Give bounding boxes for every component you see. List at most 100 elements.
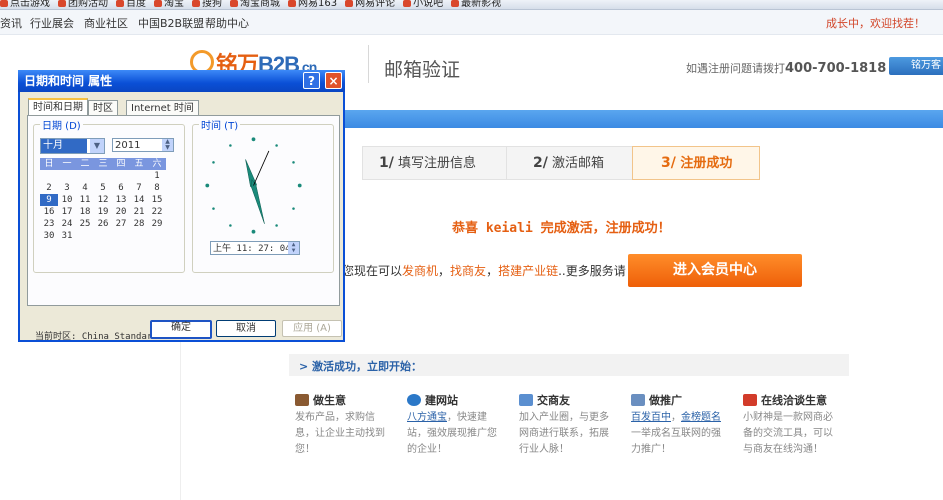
calendar-day[interactable]: 23 [40,218,58,230]
start-strip: > 激活成功，立即开始： [289,354,849,376]
weekday-label: 六 [152,159,162,169]
services-text: 您现在可以发商机，找商友，搭建产业链..更多服务请 [342,264,626,278]
year-spinner[interactable]: 2011 ▲ ▼ [112,138,174,152]
analog-clock [205,137,302,234]
calendar-day[interactable]: 13 [112,194,130,206]
calendar-day[interactable]: 4 [76,182,94,194]
weekday-label: 四 [116,159,126,169]
calendar-day[interactable]: 5 [94,182,112,194]
calendar-week: 23 24 25 26 27 28 29 [40,218,166,230]
calendar-day[interactable]: 3 [58,182,76,194]
card-business[interactable]: 做生意 发布产品，求购信 息，让企业主动找到 您！ [295,392,395,458]
baifa-link[interactable]: 百发百中 [631,412,671,423]
calendar-day[interactable]: 17 [58,206,76,218]
favorite-link[interactable]: 最新影视 [451,0,501,9]
chevron-down-icon: ▼ [90,139,104,153]
calendar-day[interactable]: 26 [94,218,112,230]
ok-button[interactable]: 确定 [150,320,212,339]
favorite-link[interactable]: 小说吧 [403,0,443,9]
card-chat[interactable]: 在线洽谈生意 小财神是一款网商必 备的交流工具，可以 与商友在线沟通！ [743,392,843,458]
card-promotion[interactable]: 做推广 百发百中，金榜题名 一举成名互联网的强 力推广！ [631,392,731,458]
calendar-day[interactable]: 15 [148,194,166,206]
favorite-icon [345,0,354,7]
calendar-day[interactable]: 19 [94,206,112,218]
weekday-label: 一 [62,159,72,169]
babao-link[interactable]: 八方通宝 [407,412,447,423]
calendar-day[interactable]: 30 [40,230,58,242]
calendar-day[interactable]: 10 [58,194,76,206]
hotline-number: 400-700-1818 [785,61,887,76]
favorite-link[interactable]: 团购活动 [58,0,108,9]
dialog-titlebar[interactable]: 日期和时间 属性 ? × [18,70,345,92]
favorite-icon [116,0,124,7]
business-icon [295,394,309,406]
clock-tick [251,229,256,234]
calendar-day[interactable]: 11 [76,194,94,206]
calendar-day[interactable]: 18 [76,206,94,218]
favorite-icon [154,0,162,7]
spin-arrows-icon[interactable]: ▲ ▼ [288,242,299,254]
calendar-day[interactable]: 14 [130,194,148,206]
apply-button[interactable]: 应用 (A) [282,320,342,337]
nav-b2b-alliance[interactable]: 中国B2B联盟 [138,15,204,31]
calendar-day[interactable]: 24 [58,218,76,230]
favorite-icon [0,0,8,7]
time-input[interactable]: 上午 11: 27: 04 ▲ ▼ [210,241,300,255]
step-3-current: 3/ 注册成功 [632,146,760,180]
help-button[interactable]: ? [303,72,320,89]
tab-internet-time[interactable]: Internet 时间 [126,100,199,116]
tab-timezone[interactable]: 时区 [88,100,118,116]
calendar-day[interactable]: 20 [112,206,130,218]
card-website[interactable]: 建网站 八方通宝，快速建 站，强效展现推广您 的企业！ [407,392,507,458]
favorite-icon [230,0,238,7]
calendar-day[interactable]: 12 [94,194,112,206]
favorite-link[interactable]: 百度 [116,0,146,9]
cancel-button[interactable]: 取消 [216,320,276,337]
calendar: 日一二三四五六 1 2 3 4 5 6 7 8 9 10 11 12 13 14 15 16 17 18 19 20 21… [40,158,166,242]
hotline: 如遇注册问题请拨打400-700-1818 [686,61,887,76]
spin-arrows-icon[interactable]: ▲ ▼ [162,139,173,151]
favorites-bar: 点击游戏 团购活动 百度 淘宝 搜狗 淘宝商城 网易163 网易评论 小说吧 最新影视 [0,0,943,10]
calendar-day[interactable]: 1 [148,170,166,182]
weekday-label: 日 [44,159,54,169]
calendar-day[interactable]: 2 [40,182,58,194]
clock-tick [229,224,232,227]
calendar-day[interactable]: 16 [40,206,58,218]
favorite-link[interactable]: 网易163 [288,0,337,9]
jinbang-link[interactable]: 金榜题名 [681,412,721,423]
tab-panel: 日期 (D) 十月 ▼ 2011 ▲ ▼ 日一二三四五六 1 2 3 4 5 6 7 8 9 10 11 12… [27,115,340,342]
calendar-day[interactable]: 31 [58,230,76,242]
calendar-day[interactable]: 27 [112,218,130,230]
favorite-link[interactable]: 点击游戏 [0,0,50,9]
nav-exhibition[interactable]: 行业展会 [30,15,74,31]
enter-member-center-button[interactable]: 进入会员中心 [628,254,802,287]
calendar-day[interactable]: 29 [148,218,166,230]
nav-help[interactable]: 帮助中心 [205,15,249,31]
calendar-day[interactable]: 9 [40,194,58,206]
favorite-link[interactable]: 淘宝商城 [230,0,280,9]
favorite-link[interactable]: 网易评论 [345,0,395,9]
favorite-icon [58,0,66,7]
calendar-day[interactable]: 22 [148,206,166,218]
favorite-link[interactable]: 淘宝 [154,0,184,9]
calendar-day[interactable]: 21 [130,206,148,218]
customer-service-button[interactable]: 铭万客 [889,57,943,75]
clock-tick [275,224,278,227]
calendar-day[interactable]: 28 [130,218,148,230]
weekday-label: 五 [134,159,144,169]
weekday-label: 二 [80,159,90,169]
clock-tick [205,183,210,188]
nav-news[interactable]: 资讯 [0,15,22,31]
close-button[interactable]: × [325,72,342,89]
calendar-day[interactable]: 8 [148,182,166,194]
calendar-day[interactable]: 6 [112,182,130,194]
calendar-day[interactable]: 25 [76,218,94,230]
calendar-day[interactable]: 7 [130,182,148,194]
welcome-text: 成长中，欢迎找茬！ [826,17,925,30]
month-select[interactable]: 十月 ▼ [40,138,105,154]
favorite-icon [403,0,412,7]
card-friends[interactable]: 交商友 加入产业圈，与更多 网商进行联系，拓展 行业人脉！ [519,392,619,458]
clock-tick [292,207,295,210]
nav-community[interactable]: 商业社区 [84,15,128,31]
favorite-link[interactable]: 搜狗 [192,0,222,9]
